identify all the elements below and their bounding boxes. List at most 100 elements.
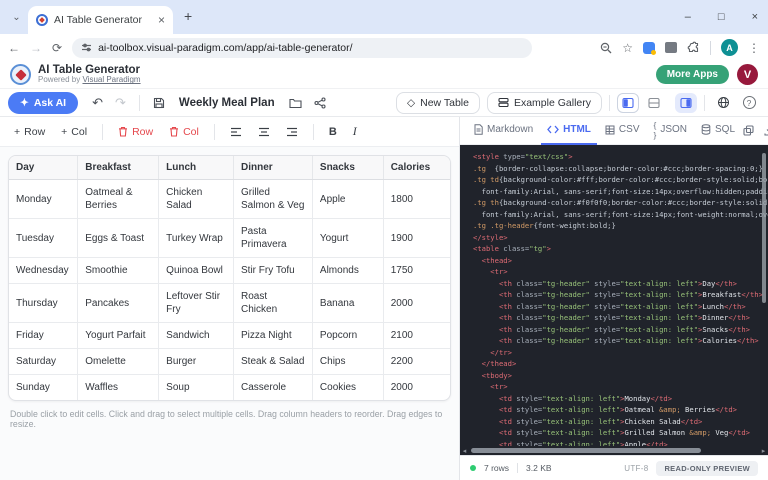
window-maximize-button[interactable]: □ [718, 11, 725, 23]
table-cell[interactable]: 1900 [383, 219, 450, 258]
align-right-button[interactable] [278, 123, 306, 141]
table-cell[interactable]: Burger [159, 349, 234, 375]
column-header[interactable]: Calories [383, 156, 450, 180]
table-cell[interactable]: Pizza Night [234, 323, 313, 349]
meal-table[interactable]: DayBreakfastLunchDinnerSnacksCalories Mo… [9, 156, 450, 400]
panel-divider[interactable] [459, 117, 460, 480]
table-cell[interactable]: Waffles [78, 375, 159, 401]
more-apps-button[interactable]: More Apps [656, 65, 729, 84]
window-close-button[interactable]: × [752, 11, 758, 23]
tab-json[interactable]: { } JSON [647, 117, 693, 145]
share-icon[interactable] [308, 97, 332, 109]
visual-paradigm-link[interactable]: Visual Paradigm [82, 75, 140, 84]
table-cell[interactable]: 2000 [383, 375, 450, 401]
document-title[interactable]: Weekly Meal Plan [179, 97, 275, 109]
download-icon[interactable] [764, 125, 768, 136]
language-globe-icon[interactable] [712, 93, 734, 113]
tab-markdown[interactable]: Markdown [468, 117, 539, 145]
address-bar[interactable]: ai-toolbox.visual-paradigm.com/app/ai-ta… [72, 38, 532, 58]
table-cell[interactable]: Thursday [9, 284, 78, 323]
extensions-puzzle-icon[interactable] [687, 41, 700, 54]
open-folder-icon[interactable] [283, 97, 308, 109]
table-cell[interactable]: Casserole [234, 375, 313, 401]
table-cell[interactable]: Soup [159, 375, 234, 401]
column-header[interactable]: Day [9, 156, 78, 180]
table-cell[interactable]: Yogurt [312, 219, 383, 258]
window-minimize-button[interactable]: – [685, 11, 691, 23]
table-cell[interactable]: Roast Chicken [234, 284, 313, 323]
tab-csv[interactable]: CSV [599, 117, 646, 145]
add-row-button[interactable]: + Row [6, 122, 53, 142]
tab-search-icon[interactable]: ⌄ [8, 9, 25, 26]
table-row[interactable]: SaturdayOmeletteBurgerSteak & SaladChips… [9, 349, 450, 375]
extension-colored-icon[interactable] [643, 42, 655, 54]
table-cell[interactable]: Pancakes [78, 284, 159, 323]
table-cell[interactable]: Cookies [312, 375, 383, 401]
layout-split-horizontal-toggle[interactable] [643, 93, 665, 113]
column-header[interactable]: Snacks [312, 156, 383, 180]
horizontal-scrollbar[interactable]: ◂ ▸ [460, 446, 768, 455]
table-cell[interactable]: Omelette [78, 349, 159, 375]
help-icon[interactable]: ? [738, 93, 760, 113]
table-cell[interactable]: Stir Fry Tofu [234, 258, 313, 284]
table-cell[interactable]: Friday [9, 323, 78, 349]
column-header[interactable]: Dinner [234, 156, 313, 180]
italic-button[interactable]: I [345, 120, 365, 143]
table-cell[interactable]: Eggs & Toast [78, 219, 159, 258]
table-cell[interactable]: Sunday [9, 375, 78, 401]
undo-button[interactable]: ↶ [86, 95, 109, 111]
delete-row-button[interactable]: Row [110, 122, 161, 142]
table-row[interactable]: ThursdayPancakesLeftover Stir FryRoast C… [9, 284, 450, 323]
table-cell[interactable]: Banana [312, 284, 383, 323]
user-avatar[interactable]: V [737, 64, 758, 85]
vertical-scrollbar[interactable] [762, 153, 766, 303]
browser-tab[interactable]: AI Table Generator × [28, 6, 173, 34]
scroll-left-icon[interactable]: ◂ [460, 447, 469, 455]
table-cell[interactable]: Quinoa Bowl [159, 258, 234, 284]
tab-html[interactable]: HTML [541, 117, 597, 145]
table-cell[interactable]: Almonds [312, 258, 383, 284]
code-preview[interactable]: <style type="text/css">.tg {border-colla… [460, 145, 768, 455]
layout-split-vertical-toggle[interactable] [617, 93, 639, 113]
align-left-button[interactable] [222, 123, 250, 141]
zoom-icon[interactable] [600, 42, 612, 54]
column-header[interactable]: Lunch [159, 156, 234, 180]
table-cell[interactable]: Turkey Wrap [159, 219, 234, 258]
layout-panel-right-toggle[interactable] [675, 93, 697, 113]
tab-close-icon[interactable]: × [158, 13, 165, 27]
table-cell[interactable]: Steak & Salad [234, 349, 313, 375]
new-table-button[interactable]: ◇ New Table [396, 92, 480, 114]
bold-button[interactable]: B [321, 122, 345, 142]
save-icon[interactable] [147, 97, 171, 109]
table-cell[interactable]: Oatmeal & Berries [78, 180, 159, 219]
extension-gray-icon[interactable] [665, 42, 677, 53]
browser-menu-icon[interactable]: ⋮ [748, 41, 760, 55]
back-icon[interactable]: ← [8, 41, 20, 55]
delete-col-button[interactable]: Col [161, 122, 207, 142]
table-row[interactable]: WednesdaySmoothieQuinoa BowlStir Fry Tof… [9, 258, 450, 284]
table-row[interactable]: FridayYogurt ParfaitSandwichPizza NightP… [9, 323, 450, 349]
scroll-right-icon[interactable]: ▸ [759, 447, 768, 455]
table-cell[interactable]: Leftover Stir Fry [159, 284, 234, 323]
table-cell[interactable]: Tuesday [9, 219, 78, 258]
tab-sql[interactable]: SQL [695, 117, 741, 145]
table-row[interactable]: SundayWafflesSoupCasseroleCookies2000 [9, 375, 450, 401]
align-center-button[interactable] [250, 123, 278, 141]
table-cell[interactable]: 2000 [383, 284, 450, 323]
scrollbar-thumb[interactable] [471, 448, 701, 453]
table-cell[interactable]: Yogurt Parfait [78, 323, 159, 349]
forward-icon[interactable]: → [30, 41, 42, 55]
table-cell[interactable]: Sandwich [159, 323, 234, 349]
reload-icon[interactable]: ⟳ [52, 41, 62, 55]
table-cell[interactable]: Wednesday [9, 258, 78, 284]
redo-button[interactable]: ↷ [109, 95, 132, 111]
table-cell[interactable]: Saturday [9, 349, 78, 375]
table-header-row[interactable]: DayBreakfastLunchDinnerSnacksCalories [9, 156, 450, 180]
table-cell[interactable]: Pasta Primavera [234, 219, 313, 258]
table-cell[interactable]: 2200 [383, 349, 450, 375]
table-cell[interactable]: 1750 [383, 258, 450, 284]
table-cell[interactable]: Monday [9, 180, 78, 219]
ask-ai-button[interactable]: ✦ Ask AI [8, 92, 78, 114]
table-cell[interactable]: Popcorn [312, 323, 383, 349]
new-tab-button[interactable]: + [184, 8, 192, 24]
